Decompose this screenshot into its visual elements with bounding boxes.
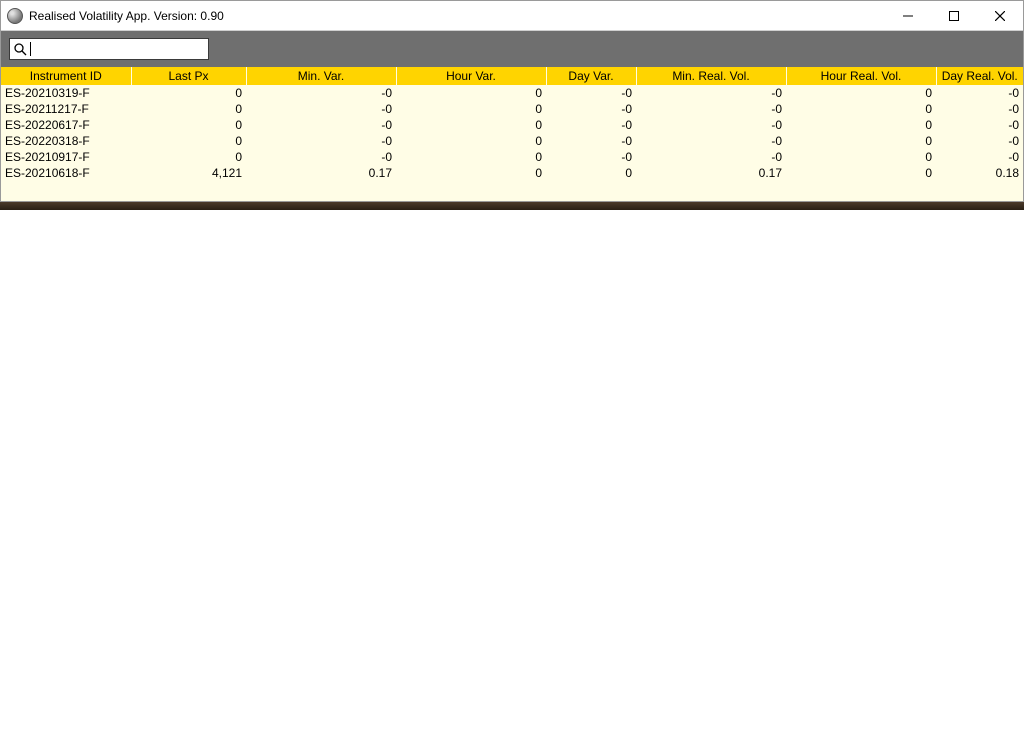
cell-min-var: -0 [246,133,396,149]
data-table: Instrument ID Last Px Min. Var. Hour Var… [1,67,1023,181]
cell-day-var: -0 [546,85,636,101]
table-row[interactable]: ES-20210319-F0-00-0-00-0 [1,85,1023,101]
cell-last-px: 0 [131,117,246,133]
titlebar[interactable]: Realised Volatility App. Version: 0.90 [1,1,1023,31]
app-window: Realised Volatility App. Version: 0.90 [0,0,1024,202]
minimize-button[interactable] [885,1,931,30]
cell-min-var: -0 [246,149,396,165]
cell-last-px: 0 [131,101,246,117]
window-controls [885,1,1023,30]
cell-instrument-id: ES-20210618-F [1,165,131,181]
search-icon [14,43,27,56]
cell-last-px: 0 [131,133,246,149]
cell-day-real-vol: -0 [936,133,1023,149]
cell-hour-real-vol: 0 [786,165,936,181]
search-input[interactable] [31,41,204,57]
cell-min-var: 0.17 [246,165,396,181]
table-row[interactable]: ES-20211217-F0-00-0-00-0 [1,101,1023,117]
col-header-hour-real-vol[interactable]: Hour Real. Vol. [786,67,936,85]
cell-day-real-vol: 0.18 [936,165,1023,181]
table-body: ES-20210319-F0-00-0-00-0ES-20211217-F0-0… [1,85,1023,181]
close-button[interactable] [977,1,1023,30]
cell-hour-real-vol: 0 [786,85,936,101]
cell-instrument-id: ES-20220617-F [1,117,131,133]
cell-hour-real-vol: 0 [786,149,936,165]
cell-min-real-vol: -0 [636,133,786,149]
cell-day-var: -0 [546,149,636,165]
table-row[interactable]: ES-20210917-F0-00-0-00-0 [1,149,1023,165]
cell-hour-real-vol: 0 [786,133,936,149]
cell-instrument-id: ES-20211217-F [1,101,131,117]
cell-hour-var: 0 [396,165,546,181]
cell-min-real-vol: -0 [636,149,786,165]
cell-instrument-id: ES-20220318-F [1,133,131,149]
cell-min-real-vol: -0 [636,101,786,117]
col-header-hour-var[interactable]: Hour Var. [396,67,546,85]
cell-last-px: 4,121 [131,165,246,181]
col-header-min-real-vol[interactable]: Min. Real. Vol. [636,67,786,85]
table-header-row: Instrument ID Last Px Min. Var. Hour Var… [1,67,1023,85]
cell-min-var: -0 [246,101,396,117]
cell-hour-var: 0 [396,133,546,149]
table-row[interactable]: ES-20220617-F0-00-0-00-0 [1,117,1023,133]
cell-min-real-vol: -0 [636,85,786,101]
cell-day-real-vol: -0 [936,117,1023,133]
cell-hour-var: 0 [396,117,546,133]
table-row[interactable]: ES-20220318-F0-00-0-00-0 [1,133,1023,149]
cell-day-var: -0 [546,133,636,149]
maximize-icon [949,11,959,21]
app-icon [7,8,23,24]
cell-min-var: -0 [246,117,396,133]
cell-last-px: 0 [131,85,246,101]
cell-hour-real-vol: 0 [786,101,936,117]
cell-hour-var: 0 [396,149,546,165]
table-container: Instrument ID Last Px Min. Var. Hour Var… [1,67,1023,201]
cell-instrument-id: ES-20210319-F [1,85,131,101]
col-header-min-var[interactable]: Min. Var. [246,67,396,85]
window-shadow [0,202,1024,210]
cell-day-var: 0 [546,165,636,181]
col-header-day-real-vol[interactable]: Day Real. Vol. [936,67,1023,85]
cell-instrument-id: ES-20210917-F [1,149,131,165]
cell-hour-real-vol: 0 [786,117,936,133]
cell-last-px: 0 [131,149,246,165]
window-title: Realised Volatility App. Version: 0.90 [29,9,885,23]
cell-day-var: -0 [546,101,636,117]
maximize-button[interactable] [931,1,977,30]
cell-min-real-vol: 0.17 [636,165,786,181]
cell-day-var: -0 [546,117,636,133]
cell-day-real-vol: -0 [936,149,1023,165]
col-header-last-px[interactable]: Last Px [131,67,246,85]
cell-min-real-vol: -0 [636,117,786,133]
cell-day-real-vol: -0 [936,101,1023,117]
toolbar [1,31,1023,67]
close-icon [995,11,1005,21]
minimize-icon [903,11,913,21]
cell-day-real-vol: -0 [936,85,1023,101]
col-header-day-var[interactable]: Day Var. [546,67,636,85]
table-row[interactable]: ES-20210618-F4,1210.17000.1700.18 [1,165,1023,181]
cell-hour-var: 0 [396,101,546,117]
cell-min-var: -0 [246,85,396,101]
col-header-instrument-id[interactable]: Instrument ID [1,67,131,85]
cell-hour-var: 0 [396,85,546,101]
search-box[interactable] [9,38,209,60]
